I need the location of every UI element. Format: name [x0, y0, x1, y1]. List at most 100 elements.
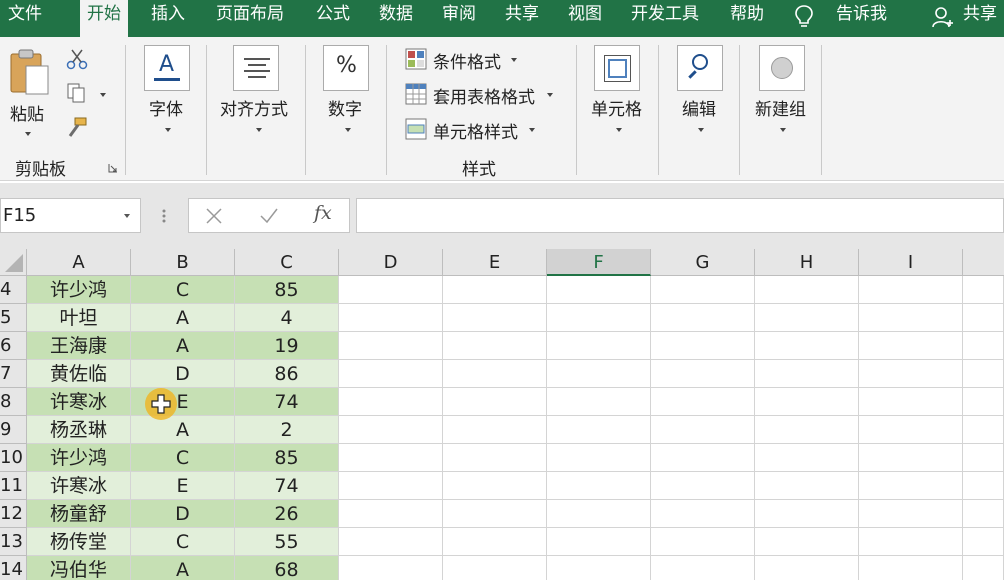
cell[interactable]	[547, 332, 651, 360]
cell[interactable]: 许寒冰	[27, 472, 131, 500]
row-header[interactable]: 7	[0, 360, 27, 388]
cell[interactable]: C	[131, 276, 235, 304]
cell[interactable]: 68	[235, 556, 339, 580]
cell[interactable]	[963, 556, 1004, 580]
cell-styles-button[interactable]: 单元格样式	[433, 118, 518, 143]
tab-review[interactable]: 审阅	[442, 0, 476, 30]
cell[interactable]: 86	[235, 360, 339, 388]
cell[interactable]	[339, 416, 443, 444]
conditional-format-icon[interactable]	[405, 48, 427, 70]
cell-styles-dropdown-icon[interactable]	[529, 128, 535, 132]
cell[interactable]	[963, 472, 1004, 500]
enter-check-icon[interactable]	[259, 207, 279, 225]
cell[interactable]	[339, 388, 443, 416]
cells-button[interactable]: 单元格	[591, 95, 642, 120]
cell[interactable]	[651, 500, 755, 528]
column-header-a[interactable]: A	[27, 249, 131, 276]
cell[interactable]	[755, 360, 859, 388]
font-dropdown-icon[interactable]	[165, 128, 171, 132]
row-header[interactable]: 8	[0, 388, 27, 416]
cell[interactable]	[651, 304, 755, 332]
cell[interactable]	[651, 360, 755, 388]
column-header-b[interactable]: B	[131, 249, 235, 276]
cell[interactable]	[859, 332, 963, 360]
cell[interactable]: D	[131, 500, 235, 528]
paste-button[interactable]: 粘贴	[10, 100, 44, 125]
tell-me-search[interactable]: 告诉我	[836, 0, 887, 30]
row-header[interactable]: 13	[0, 528, 27, 556]
tab-share[interactable]: 共享	[505, 0, 539, 30]
dialog-launcher-icon[interactable]	[108, 163, 118, 173]
cell[interactable]	[651, 472, 755, 500]
cell[interactable]	[339, 304, 443, 332]
format-as-table-icon[interactable]	[405, 83, 427, 105]
tab-formulas[interactable]: 公式	[316, 0, 350, 30]
cell[interactable]	[651, 388, 755, 416]
search-icon[interactable]	[677, 45, 723, 91]
cell[interactable]	[339, 556, 443, 580]
cells-icon[interactable]	[594, 45, 640, 91]
cell[interactable]: 74	[235, 472, 339, 500]
cell[interactable]	[859, 388, 963, 416]
row-header[interactable]: 10	[0, 444, 27, 472]
cell[interactable]	[755, 416, 859, 444]
cell[interactable]	[651, 416, 755, 444]
cell[interactable]: E	[131, 472, 235, 500]
cell[interactable]	[339, 528, 443, 556]
editing-dropdown-icon[interactable]	[698, 128, 704, 132]
cell[interactable]	[547, 304, 651, 332]
cell[interactable]	[963, 444, 1004, 472]
cell[interactable]	[339, 360, 443, 388]
cell[interactable]	[859, 500, 963, 528]
tab-view[interactable]: 视图	[568, 0, 602, 30]
cell[interactable]	[755, 500, 859, 528]
row-header[interactable]: 14	[0, 556, 27, 580]
alignment-icon[interactable]	[233, 45, 279, 91]
cell[interactable]	[651, 528, 755, 556]
cell[interactable]: 2	[235, 416, 339, 444]
insert-function-button[interactable]: fx	[314, 202, 332, 224]
number-dropdown-icon[interactable]	[345, 128, 351, 132]
cell[interactable]: A	[131, 304, 235, 332]
row-header[interactable]: 11	[0, 472, 27, 500]
cell[interactable]: 杨童舒	[27, 500, 131, 528]
new-group-icon[interactable]	[759, 45, 805, 91]
cell[interactable]	[547, 276, 651, 304]
cell[interactable]: 杨传堂	[27, 528, 131, 556]
cell[interactable]: 26	[235, 500, 339, 528]
tab-help[interactable]: 帮助	[730, 0, 764, 30]
paste-dropdown-icon[interactable]	[25, 132, 31, 136]
row-header[interactable]: 5	[0, 304, 27, 332]
tab-developer[interactable]: 开发工具	[631, 0, 699, 30]
cell[interactable]	[755, 388, 859, 416]
cell[interactable]: 王海康	[27, 332, 131, 360]
tab-home[interactable]: 开始	[80, 0, 128, 37]
copy-dropdown-icon[interactable]	[100, 93, 106, 97]
cell[interactable]	[755, 304, 859, 332]
cell[interactable]	[339, 500, 443, 528]
cell[interactable]: 许寒冰	[27, 388, 131, 416]
format-as-table-dropdown-icon[interactable]	[547, 93, 553, 97]
column-header-g[interactable]: G	[651, 249, 755, 276]
paste-icon[interactable]	[9, 48, 51, 98]
cell[interactable]	[755, 444, 859, 472]
cell[interactable]	[963, 276, 1004, 304]
cell[interactable]	[443, 472, 547, 500]
font-icon[interactable]: A	[144, 45, 190, 91]
cell[interactable]: C	[131, 444, 235, 472]
format-as-table-button[interactable]: 套用表格格式	[433, 83, 535, 108]
cell[interactable]: 85	[235, 444, 339, 472]
column-header-f[interactable]: F	[547, 249, 651, 276]
cell[interactable]	[443, 416, 547, 444]
number-button[interactable]: 数字	[328, 95, 362, 120]
cell[interactable]	[963, 304, 1004, 332]
cell[interactable]: 许少鸿	[27, 276, 131, 304]
tab-data[interactable]: 数据	[379, 0, 413, 30]
cell[interactable]: 黄佐临	[27, 360, 131, 388]
column-header-i[interactable]: I	[859, 249, 963, 276]
cell[interactable]	[547, 444, 651, 472]
alignment-button[interactable]: 对齐方式	[220, 95, 288, 120]
cell[interactable]	[339, 472, 443, 500]
cells-dropdown-icon[interactable]	[616, 128, 622, 132]
cell[interactable]	[859, 556, 963, 580]
